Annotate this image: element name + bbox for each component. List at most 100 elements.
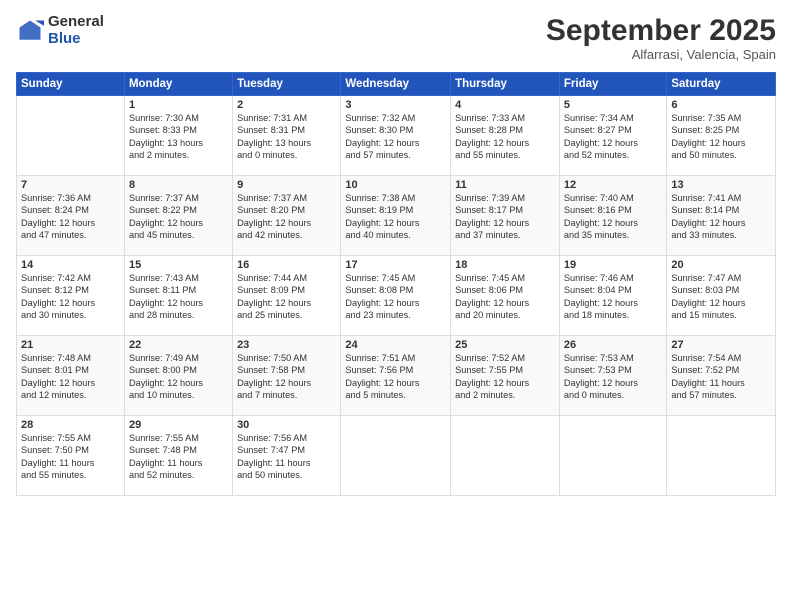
day-number: 26 [564,339,662,351]
day-cell: 9Sunrise: 7:37 AM Sunset: 8:20 PM Daylig… [233,176,341,256]
logo-general: General [48,14,104,31]
calendar-table: SundayMondayTuesdayWednesdayThursdayFrid… [16,72,776,496]
day-cell: 7Sunrise: 7:36 AM Sunset: 8:24 PM Daylig… [17,176,125,256]
day-info: Sunrise: 7:30 AM Sunset: 8:33 PM Dayligh… [129,112,228,162]
day-cell: 5Sunrise: 7:34 AM Sunset: 8:27 PM Daylig… [559,96,666,176]
day-cell: 24Sunrise: 7:51 AM Sunset: 7:56 PM Dayli… [341,336,451,416]
day-number: 14 [21,259,120,271]
day-number: 29 [129,419,228,431]
day-cell: 22Sunrise: 7:49 AM Sunset: 8:00 PM Dayli… [124,336,232,416]
day-number: 10 [345,179,446,191]
day-number: 4 [455,99,555,111]
day-number: 1 [129,99,228,111]
day-info: Sunrise: 7:31 AM Sunset: 8:31 PM Dayligh… [237,112,336,162]
header: General Blue September 2025 Alfarrasi, V… [16,14,776,62]
day-number: 25 [455,339,555,351]
day-number: 5 [564,99,662,111]
day-cell: 23Sunrise: 7:50 AM Sunset: 7:58 PM Dayli… [233,336,341,416]
day-info: Sunrise: 7:33 AM Sunset: 8:28 PM Dayligh… [455,112,555,162]
day-cell: 30Sunrise: 7:56 AM Sunset: 7:47 PM Dayli… [233,416,341,496]
day-number: 22 [129,339,228,351]
day-number: 27 [671,339,771,351]
day-number: 30 [237,419,336,431]
day-number: 23 [237,339,336,351]
day-cell: 2Sunrise: 7:31 AM Sunset: 8:31 PM Daylig… [233,96,341,176]
day-info: Sunrise: 7:52 AM Sunset: 7:55 PM Dayligh… [455,352,555,402]
day-info: Sunrise: 7:38 AM Sunset: 8:19 PM Dayligh… [345,192,446,242]
week-row-3: 14Sunrise: 7:42 AM Sunset: 8:12 PM Dayli… [17,256,776,336]
week-row-5: 28Sunrise: 7:55 AM Sunset: 7:50 PM Dayli… [17,416,776,496]
page: General Blue September 2025 Alfarrasi, V… [0,0,792,612]
day-number: 20 [671,259,771,271]
day-number: 8 [129,179,228,191]
day-info: Sunrise: 7:45 AM Sunset: 8:08 PM Dayligh… [345,272,446,322]
day-info: Sunrise: 7:45 AM Sunset: 8:06 PM Dayligh… [455,272,555,322]
day-info: Sunrise: 7:32 AM Sunset: 8:30 PM Dayligh… [345,112,446,162]
day-cell [667,416,776,496]
day-cell: 18Sunrise: 7:45 AM Sunset: 8:06 PM Dayli… [451,256,560,336]
day-info: Sunrise: 7:43 AM Sunset: 8:11 PM Dayligh… [129,272,228,322]
day-number: 3 [345,99,446,111]
day-cell [17,96,125,176]
day-info: Sunrise: 7:41 AM Sunset: 8:14 PM Dayligh… [671,192,771,242]
day-info: Sunrise: 7:36 AM Sunset: 8:24 PM Dayligh… [21,192,120,242]
day-cell: 3Sunrise: 7:32 AM Sunset: 8:30 PM Daylig… [341,96,451,176]
day-info: Sunrise: 7:56 AM Sunset: 7:47 PM Dayligh… [237,432,336,482]
day-cell: 16Sunrise: 7:44 AM Sunset: 8:09 PM Dayli… [233,256,341,336]
day-number: 6 [671,99,771,111]
col-header-thursday: Thursday [451,73,560,96]
day-cell: 11Sunrise: 7:39 AM Sunset: 8:17 PM Dayli… [451,176,560,256]
day-info: Sunrise: 7:46 AM Sunset: 8:04 PM Dayligh… [564,272,662,322]
day-cell: 15Sunrise: 7:43 AM Sunset: 8:11 PM Dayli… [124,256,232,336]
location-subtitle: Alfarrasi, Valencia, Spain [546,47,776,62]
day-cell: 8Sunrise: 7:37 AM Sunset: 8:22 PM Daylig… [124,176,232,256]
day-number: 19 [564,259,662,271]
day-cell: 4Sunrise: 7:33 AM Sunset: 8:28 PM Daylig… [451,96,560,176]
day-cell [451,416,560,496]
logo: General Blue [16,14,104,47]
day-cell: 10Sunrise: 7:38 AM Sunset: 8:19 PM Dayli… [341,176,451,256]
week-row-4: 21Sunrise: 7:48 AM Sunset: 8:01 PM Dayli… [17,336,776,416]
day-number: 11 [455,179,555,191]
col-header-wednesday: Wednesday [341,73,451,96]
day-number: 15 [129,259,228,271]
day-number: 21 [21,339,120,351]
day-cell: 12Sunrise: 7:40 AM Sunset: 8:16 PM Dayli… [559,176,666,256]
col-header-sunday: Sunday [17,73,125,96]
day-cell: 28Sunrise: 7:55 AM Sunset: 7:50 PM Dayli… [17,416,125,496]
day-info: Sunrise: 7:50 AM Sunset: 7:58 PM Dayligh… [237,352,336,402]
day-info: Sunrise: 7:44 AM Sunset: 8:09 PM Dayligh… [237,272,336,322]
day-info: Sunrise: 7:55 AM Sunset: 7:48 PM Dayligh… [129,432,228,482]
day-cell: 1Sunrise: 7:30 AM Sunset: 8:33 PM Daylig… [124,96,232,176]
day-cell [341,416,451,496]
day-number: 12 [564,179,662,191]
logo-blue: Blue [48,31,104,48]
day-cell: 19Sunrise: 7:46 AM Sunset: 8:04 PM Dayli… [559,256,666,336]
day-cell: 13Sunrise: 7:41 AM Sunset: 8:14 PM Dayli… [667,176,776,256]
week-row-2: 7Sunrise: 7:36 AM Sunset: 8:24 PM Daylig… [17,176,776,256]
day-number: 7 [21,179,120,191]
day-number: 17 [345,259,446,271]
col-header-monday: Monday [124,73,232,96]
day-info: Sunrise: 7:34 AM Sunset: 8:27 PM Dayligh… [564,112,662,162]
day-cell [559,416,666,496]
day-cell: 26Sunrise: 7:53 AM Sunset: 7:53 PM Dayli… [559,336,666,416]
day-cell: 27Sunrise: 7:54 AM Sunset: 7:52 PM Dayli… [667,336,776,416]
day-info: Sunrise: 7:37 AM Sunset: 8:20 PM Dayligh… [237,192,336,242]
day-info: Sunrise: 7:48 AM Sunset: 8:01 PM Dayligh… [21,352,120,402]
day-info: Sunrise: 7:35 AM Sunset: 8:25 PM Dayligh… [671,112,771,162]
title-block: September 2025 Alfarrasi, Valencia, Spai… [546,14,776,62]
day-cell: 6Sunrise: 7:35 AM Sunset: 8:25 PM Daylig… [667,96,776,176]
day-info: Sunrise: 7:42 AM Sunset: 8:12 PM Dayligh… [21,272,120,322]
day-number: 28 [21,419,120,431]
day-number: 2 [237,99,336,111]
day-info: Sunrise: 7:37 AM Sunset: 8:22 PM Dayligh… [129,192,228,242]
day-info: Sunrise: 7:49 AM Sunset: 8:00 PM Dayligh… [129,352,228,402]
day-number: 9 [237,179,336,191]
day-info: Sunrise: 7:53 AM Sunset: 7:53 PM Dayligh… [564,352,662,402]
day-number: 13 [671,179,771,191]
day-cell: 21Sunrise: 7:48 AM Sunset: 8:01 PM Dayli… [17,336,125,416]
col-header-saturday: Saturday [667,73,776,96]
month-title: September 2025 [546,14,776,47]
day-info: Sunrise: 7:40 AM Sunset: 8:16 PM Dayligh… [564,192,662,242]
